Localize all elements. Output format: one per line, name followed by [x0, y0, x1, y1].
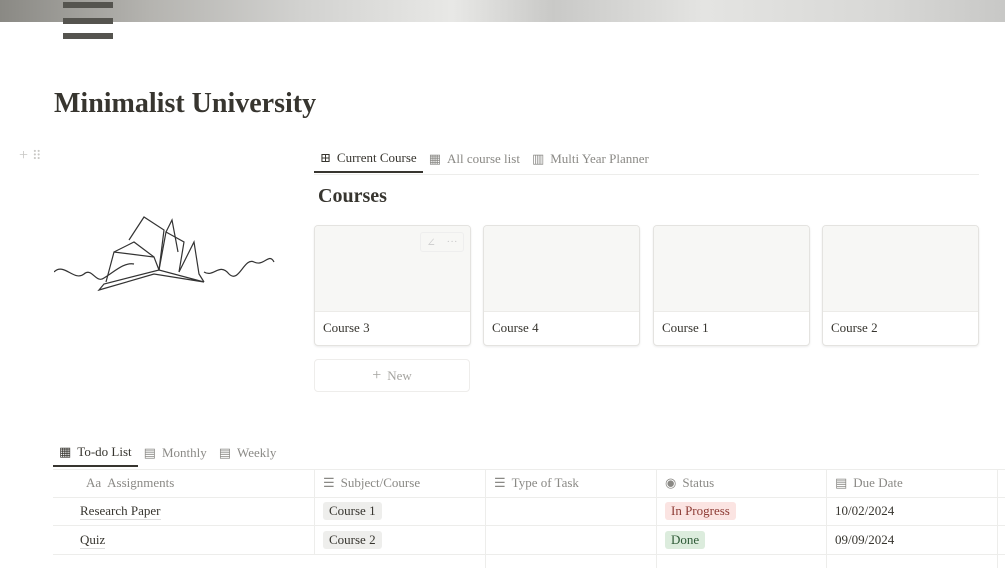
status-badge: In Progress	[665, 502, 736, 520]
courses-heading: Courses	[318, 185, 387, 207]
text-property-icon: Aa	[86, 475, 102, 490]
column-header-due-date[interactable]: ▤ Due Date	[827, 469, 998, 497]
tab-label: Monthly	[161, 445, 207, 460]
type-cell[interactable]	[486, 497, 657, 525]
type-cell[interactable]	[486, 526, 657, 554]
course-tag: Course 2	[323, 531, 382, 549]
tab-label: Current Course	[336, 150, 417, 165]
list-icon: ☰	[323, 475, 335, 490]
more-icon[interactable]: ···	[447, 236, 458, 248]
course-card[interactable]: Course 1	[653, 225, 810, 346]
column-header-type[interactable]: ☰ Type of Task	[486, 469, 657, 497]
column-header-status[interactable]: ◉ Status	[657, 469, 827, 497]
course-card-title: Course 1	[662, 320, 709, 335]
course-card[interactable]: Course 4	[483, 225, 640, 346]
page-title: Minimalist University	[54, 88, 317, 119]
new-label: New	[387, 367, 412, 383]
column-header-subject[interactable]: ☰ Subject/Course	[315, 469, 486, 497]
assignment-title[interactable]: Quiz	[80, 532, 106, 549]
tab-label: Weekly	[237, 445, 277, 460]
table-icon: ▦	[59, 444, 72, 459]
tab-weekly[interactable]: ▤ Weekly	[213, 439, 283, 467]
calendar-icon: ▤	[218, 445, 232, 460]
course-card-title: Course 3	[323, 320, 370, 335]
course-card-title: Course 4	[492, 320, 539, 335]
drag-handle-icon[interactable]: ⠿	[32, 148, 42, 163]
tab-multi-year-planner[interactable]: ▥ Multi Year Planner	[526, 145, 655, 173]
tab-label: Multi Year Planner	[550, 151, 649, 166]
new-course-button[interactable]: + New	[314, 359, 470, 392]
cover-image	[0, 0, 1005, 22]
column-header-assignments[interactable]: Aa Assignments	[53, 469, 315, 497]
course-card[interactable]: Course 2	[822, 225, 979, 346]
tab-todo-list[interactable]: ▦ To-do List	[53, 439, 138, 467]
status-badge: Done	[665, 531, 706, 549]
status-icon: ◉	[665, 475, 677, 490]
open-book-illustration	[54, 216, 275, 292]
courses-view-tabs: ⊞ Current Course ▦ All course list ▥ Multi …	[314, 145, 655, 173]
empty-cell	[657, 554, 827, 568]
column-label: Type of Task	[511, 475, 579, 490]
due-date: 09/09/2024	[827, 526, 998, 554]
tab-label: All course list	[447, 151, 520, 166]
block-handle[interactable]: + ⠿	[19, 147, 42, 165]
column-label: Due Date	[853, 475, 903, 490]
tab-monthly[interactable]: ▤ Monthly	[138, 439, 213, 467]
plus-icon: +	[372, 366, 382, 384]
table-icon: ▦	[428, 151, 441, 166]
tab-label: To-do List	[77, 444, 132, 459]
gallery-icon: ⊞	[320, 150, 331, 165]
course-tag: Course 1	[323, 502, 382, 520]
tab-current-course[interactable]: ⊞ Current Course	[314, 145, 423, 173]
todo-view-tabs: ▦ To-do List ▤ Monthly ▤ Weekly	[53, 439, 282, 467]
assignment-title[interactable]: Research Paper	[80, 503, 161, 520]
empty-cell	[315, 554, 486, 568]
add-block-icon[interactable]: +	[19, 147, 28, 164]
column-label: Status	[682, 475, 715, 490]
column-label: Subject/Course	[340, 475, 421, 490]
empty-cell	[486, 554, 657, 568]
course-card[interactable]: ∠ ··· Course 3	[314, 225, 471, 346]
due-date: 10/02/2024	[827, 497, 998, 525]
calendar-icon: ▤	[835, 475, 848, 490]
board-icon: ▥	[531, 151, 545, 166]
list-icon: ☰	[494, 475, 506, 490]
edit-icon[interactable]: ∠	[426, 236, 435, 249]
calendar-icon: ▤	[143, 445, 156, 460]
empty-cell	[827, 554, 998, 568]
column-label: Assignments	[107, 475, 175, 490]
tab-all-course-list[interactable]: ▦ All course list	[423, 145, 526, 173]
divider	[314, 174, 979, 175]
course-card-title: Course 2	[831, 320, 878, 335]
